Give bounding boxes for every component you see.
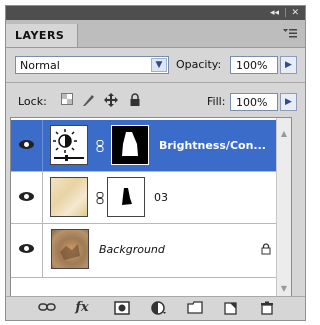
- layer-row-03[interactable]: 03: [11, 172, 291, 224]
- add-mask-icon[interactable]: [113, 301, 131, 315]
- layer-mask-thumbnail[interactable]: [111, 125, 149, 165]
- adjustment-layer-icon[interactable]: [150, 301, 168, 315]
- layer-row-brightness[interactable]: Brightness/Con...: [11, 120, 291, 172]
- eye-icon: [19, 192, 34, 201]
- tab-bar: LAYERS: [6, 20, 305, 48]
- link-icon[interactable]: [96, 140, 104, 155]
- panel-menu-icon[interactable]: [283, 29, 297, 41]
- layers-toolbar: fx: [6, 296, 305, 320]
- layer-mask-thumbnail[interactable]: [107, 177, 145, 217]
- blend-mode-select[interactable]: Normal ▼: [15, 56, 169, 74]
- scroll-down-icon[interactable]: ▼: [278, 283, 290, 295]
- layers-list: Brightness/Con... 03 Background ▲ ▼: [10, 117, 292, 299]
- lock-label: Lock:: [18, 95, 47, 108]
- background-thumbnail: [51, 229, 89, 269]
- layer-name: Background: [99, 243, 165, 256]
- link-layers-icon[interactable]: [38, 301, 56, 315]
- chevron-down-icon[interactable]: ▼: [151, 58, 167, 72]
- layer-name: Brightness/Con...: [159, 139, 266, 152]
- close-icon[interactable]: ✕: [291, 7, 299, 19]
- layer-row-background[interactable]: Background: [11, 224, 291, 278]
- lock-transparent-icon[interactable]: [60, 93, 74, 107]
- layer-style-fx-icon[interactable]: fx: [73, 301, 91, 315]
- lock-position-icon[interactable]: [104, 93, 118, 107]
- opacity-label: Opacity:: [176, 58, 222, 71]
- layers-panel: ◂◂ | ✕ LAYERS Normal ▼ Opacity: 100% ▶ L…: [5, 5, 306, 321]
- tab-layers[interactable]: LAYERS: [6, 24, 78, 47]
- new-group-icon[interactable]: [186, 301, 204, 315]
- fill-label: Fill:: [207, 95, 226, 108]
- divider: [6, 82, 305, 83]
- blend-mode-value: Normal: [20, 59, 60, 72]
- layer-image-thumbnail: [50, 177, 88, 217]
- collapse-icon[interactable]: ◂◂: [270, 7, 279, 19]
- vertical-scrollbar[interactable]: ▲ ▼: [276, 118, 291, 298]
- link-icon[interactable]: [96, 192, 104, 207]
- new-layer-icon[interactable]: [222, 301, 240, 315]
- lock-row: Lock: Fill: 100% ▶: [6, 86, 305, 116]
- opacity-input[interactable]: 100%: [230, 56, 278, 74]
- fill-input[interactable]: 100%: [230, 93, 278, 111]
- visibility-toggle[interactable]: [11, 120, 43, 171]
- adjustment-thumbnail: [50, 125, 88, 165]
- lock-icon: [261, 243, 271, 258]
- layer-name: 03: [154, 191, 168, 204]
- scroll-up-icon[interactable]: ▲: [278, 128, 290, 140]
- eye-icon: [19, 140, 34, 149]
- blend-row: Normal ▼ Opacity: 100% ▶: [6, 48, 305, 80]
- fill-slider-button[interactable]: ▶: [280, 93, 297, 111]
- opacity-slider-button[interactable]: ▶: [280, 56, 297, 74]
- panel-title-bar: ◂◂ | ✕: [6, 6, 305, 20]
- visibility-toggle[interactable]: [11, 172, 43, 223]
- delete-layer-icon[interactable]: [258, 301, 276, 315]
- eye-icon: [19, 244, 34, 253]
- brightness-contrast-icon: [53, 129, 84, 161]
- lock-all-icon[interactable]: [128, 93, 142, 107]
- visibility-toggle[interactable]: [11, 224, 43, 277]
- lock-pixels-icon[interactable]: [81, 93, 95, 107]
